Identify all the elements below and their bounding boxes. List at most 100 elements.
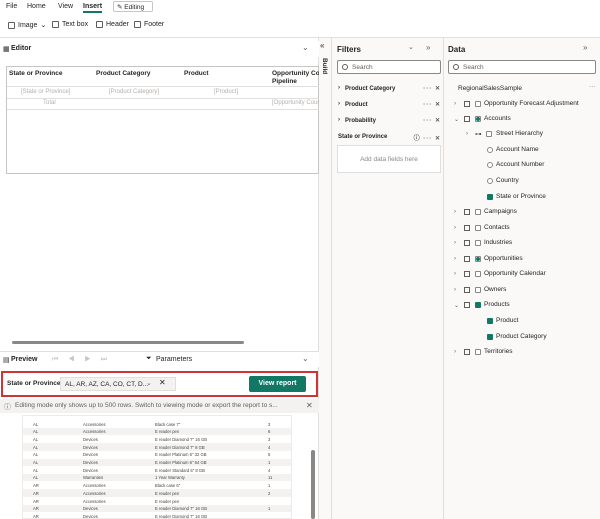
tree-item[interactable]: Opportunity Forecast Adjustment	[484, 100, 579, 107]
page-navigation-icons[interactable]: ⏮◀▶⏭	[52, 356, 117, 364]
horizontal-scrollbar[interactable]	[12, 341, 244, 344]
checked-checkbox[interactable]	[487, 334, 493, 340]
chevron-down-icon[interactable]: ⌄	[146, 379, 152, 387]
tree-item[interactable]: Country	[496, 177, 519, 184]
checked-checkbox[interactable]	[487, 194, 493, 200]
filter-card-probability[interactable]: › Probability ··· ✕	[337, 114, 441, 128]
report-row: AR Accessories E reader pen 2	[23, 489, 291, 497]
filter-actions-icon[interactable]: ··· ✕	[423, 117, 441, 124]
cell-state-placeholder[interactable]: [State or Province]	[21, 89, 70, 95]
table-icon	[464, 240, 470, 246]
cell-total-label[interactable]: Total	[43, 100, 56, 106]
expand-icon[interactable]: ›	[466, 131, 468, 137]
tree-item[interactable]: Opportunity Calendar	[484, 270, 546, 277]
field-radio[interactable]	[487, 178, 493, 184]
checkbox[interactable]	[475, 349, 481, 355]
report-cell: Devices	[83, 513, 98, 519]
preview-report: AL Accessories Black case 7" 3 AL Accessories…	[22, 415, 292, 519]
view-report-button[interactable]: View report	[249, 376, 306, 392]
tree-item[interactable]: Contacts	[484, 224, 510, 231]
expand-icon[interactable]: ›	[454, 349, 456, 355]
column-header-state[interactable]: State or Province	[9, 70, 62, 78]
report-cell: 4	[268, 444, 271, 450]
checkbox[interactable]	[475, 209, 481, 215]
checked-checkbox[interactable]	[475, 302, 481, 308]
collapse-data-icon[interactable]: »	[583, 43, 587, 52]
tab-insert[interactable]: Insert	[83, 3, 103, 13]
preview-icon: ▤	[3, 357, 10, 364]
image-button[interactable]: Image ⌄	[8, 21, 46, 29]
expand-icon[interactable]: ›	[454, 225, 456, 231]
data-search-input[interactable]: Search	[448, 60, 596, 74]
column-header-category[interactable]: Product Category	[96, 70, 151, 78]
filter-dropzone[interactable]: Add data fields here	[337, 145, 441, 173]
tree-item[interactable]: Account Number	[496, 161, 544, 168]
collapse-left-icon[interactable]: «	[320, 41, 324, 50]
tab-view[interactable]: View	[58, 3, 73, 10]
footer-button[interactable]: Footer	[134, 21, 164, 28]
expand-icon[interactable]: ›	[454, 287, 456, 293]
editor-table[interactable]: State or Province Product Category Produ…	[6, 66, 330, 174]
expand-icon[interactable]: ›	[454, 209, 456, 215]
tree-item[interactable]: Product Category	[496, 333, 547, 340]
checkbox[interactable]	[486, 131, 492, 137]
filter-card-product-category[interactable]: › Product Category ··· ✕	[337, 82, 441, 96]
column-header-product[interactable]: Product	[184, 70, 209, 78]
field-radio[interactable]	[487, 162, 493, 168]
expand-icon[interactable]: ›	[454, 256, 456, 262]
filter-card-state[interactable]: State or Province ⓘ ··· ✕	[337, 130, 441, 144]
editing-mode-dropdown[interactable]: ✎ Editing ⌄	[113, 1, 153, 19]
collapse-editor-icon[interactable]: ⌄	[302, 43, 309, 52]
report-cell: 11	[268, 475, 273, 481]
tree-item[interactable]: Products	[484, 301, 510, 308]
filter-actions-icon[interactable]: ⓘ ··· ✕	[414, 133, 441, 142]
close-icon[interactable]: ✕	[306, 401, 313, 410]
tab-home[interactable]: Home	[27, 3, 46, 10]
tree-item[interactable]: Industries	[484, 239, 512, 246]
tree-item[interactable]: Campaigns	[484, 208, 517, 215]
checkbox[interactable]	[475, 101, 481, 107]
checkbox[interactable]	[475, 287, 481, 293]
filter-actions-icon[interactable]: ··· ✕	[423, 85, 441, 92]
build-label[interactable]: Build	[321, 58, 328, 74]
expand-icon[interactable]: ›	[338, 117, 340, 123]
filter-actions-icon[interactable]: ··· ✕	[423, 101, 441, 108]
tree-item[interactable]: State or Province	[496, 193, 546, 200]
checkbox[interactable]	[475, 240, 481, 246]
cell-product-placeholder[interactable]: [Product]	[214, 89, 238, 95]
filters-chevron-down-icon[interactable]: ⌄	[408, 43, 414, 51]
tree-item[interactable]: Territories	[484, 348, 513, 355]
expand-icon[interactable]: ›	[454, 240, 456, 246]
more-options-icon[interactable]: ···	[589, 83, 596, 90]
report-cell: AL	[33, 452, 39, 458]
collapse-preview-icon[interactable]: ⌄	[302, 354, 309, 363]
header-button[interactable]: Header	[96, 21, 129, 28]
tree-item[interactable]: Account Name	[496, 146, 539, 153]
collapse-icon[interactable]: ⌄	[454, 116, 459, 123]
filters-search-input[interactable]: Search	[337, 60, 441, 74]
collapse-filters-icon[interactable]: »	[426, 43, 430, 52]
vertical-scrollbar[interactable]	[311, 450, 315, 519]
filter-card-product[interactable]: › Product ··· ✕	[337, 98, 441, 112]
cell-category-placeholder[interactable]: [Product Category]	[109, 89, 159, 95]
cell-total-value[interactable]: [Opportunity Count]	[272, 100, 324, 106]
checked-checkbox[interactable]	[487, 318, 493, 324]
tree-item[interactable]: Opportunities	[484, 255, 523, 262]
tree-item[interactable]: Street Hierarchy	[496, 130, 543, 137]
tree-item[interactable]: Owners	[484, 286, 506, 293]
clear-icon[interactable]: ✕	[159, 378, 166, 387]
expand-icon[interactable]: ›	[338, 85, 340, 91]
parameters-label[interactable]: Parameters	[156, 356, 192, 363]
checkbox[interactable]	[475, 271, 481, 277]
tree-item[interactable]: Product	[496, 317, 518, 324]
expand-icon[interactable]: ›	[454, 101, 456, 107]
textbox-button[interactable]: Text box	[52, 21, 88, 28]
expand-icon[interactable]: ›	[454, 271, 456, 277]
tree-item[interactable]: Accounts	[484, 115, 511, 122]
checkbox[interactable]	[475, 225, 481, 231]
expand-icon[interactable]: ›	[338, 101, 340, 107]
tab-file[interactable]: File	[6, 3, 17, 10]
funnel-icon: ⏷	[146, 355, 152, 362]
field-radio[interactable]	[487, 147, 493, 153]
collapse-icon[interactable]: ⌄	[454, 302, 459, 309]
